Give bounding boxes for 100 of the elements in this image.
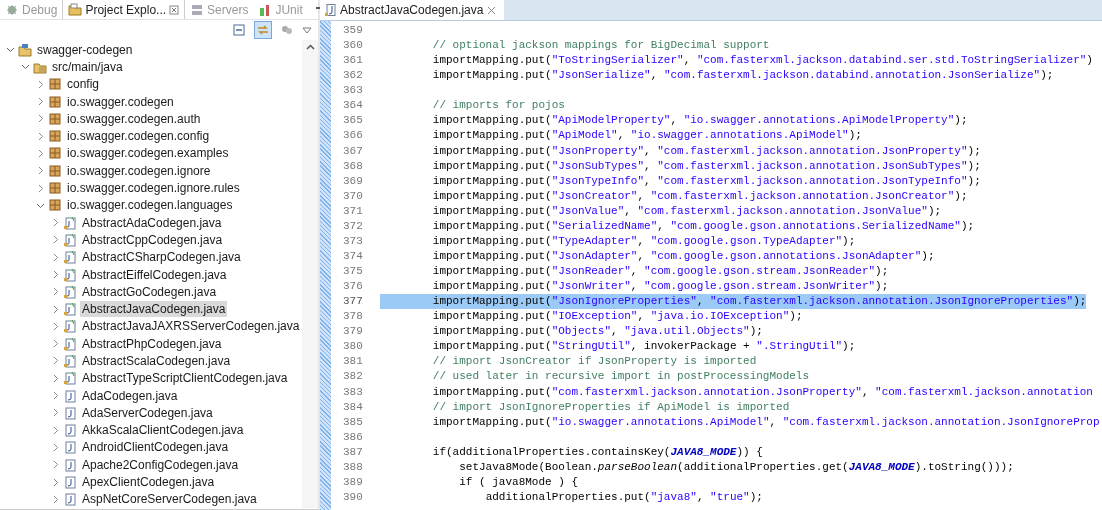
line-number: 376 (342, 279, 364, 295)
tree-item[interactable]: AbstractJavaJAXRSServerCodegen.java (80, 318, 302, 335)
collapse-all-button[interactable] (230, 21, 248, 39)
line-number: 378 (342, 309, 364, 325)
line-number: 389 (342, 474, 364, 490)
chevron-icon[interactable] (51, 304, 60, 314)
view-tab[interactable]: Project Explo... (62, 0, 186, 19)
chevron-icon[interactable] (51, 477, 60, 487)
tree-item[interactable]: AbstractTypeScriptClientCodegen.java (80, 370, 290, 387)
java-file-icon (63, 336, 77, 351)
line-number: 362 (342, 68, 364, 84)
tree-item[interactable]: io.swagger.codegen.config (65, 128, 212, 145)
package-icon (48, 198, 62, 213)
scrollbar[interactable] (302, 40, 318, 508)
tree-item[interactable]: AspNetCoreServerCodegen.java (80, 491, 259, 508)
tree-item[interactable]: io.swagger.codegen.languages (65, 197, 235, 214)
servers-icon (190, 2, 205, 17)
tree-item[interactable]: AbstractScalaCodegen.java (80, 353, 233, 369)
tree-item[interactable]: src/main/java (50, 58, 125, 75)
chevron-icon[interactable] (51, 442, 60, 452)
java-file-icon (63, 267, 77, 282)
code-line: additionalProperties.put("java8", "true"); (484, 489, 763, 505)
line-number: 366 (342, 128, 364, 144)
chevron-icon[interactable] (6, 45, 15, 55)
tree-item[interactable]: AdaCodegen.java (80, 387, 180, 404)
tree-item[interactable]: AbstractCppCodegen.java (80, 231, 225, 248)
line-number: 371 (342, 203, 364, 219)
tree-item[interactable]: AdaServerCodegen.java (80, 404, 215, 421)
java-file-icon (324, 3, 336, 17)
tree-item[interactable]: ApexClientCodegen.java (80, 474, 217, 491)
tree-item[interactable]: io.swagger.codegen.ignore (65, 162, 213, 179)
line-number: 373 (342, 233, 364, 249)
chevron-icon[interactable] (51, 373, 60, 383)
code-line: importMapping.put("io.swagger.annotations.ApiModel", "com.fasterxml.jackson.annotation.JsonIgnoreProp (431, 414, 1100, 430)
line-number: 379 (342, 324, 364, 340)
close-icon[interactable] (487, 5, 497, 15)
chevron-icon[interactable] (51, 356, 60, 366)
chevron-icon[interactable] (36, 166, 45, 176)
chevron-icon[interactable] (36, 131, 45, 141)
editor-tab[interactable]: AbstractJavaCodegen.java (320, 0, 505, 20)
tree-item[interactable]: io.swagger.codegen (65, 93, 176, 110)
java-file-icon (63, 440, 77, 455)
java-file-icon (63, 250, 77, 265)
tree-item[interactable]: AbstractPhpCodegen.java (80, 335, 224, 352)
close-icon[interactable] (169, 4, 180, 15)
chevron-icon[interactable] (51, 391, 60, 401)
tree-item[interactable]: AbstractEiffelCodegen.java (80, 266, 229, 283)
tree-item[interactable]: AbstractGoCodegen.java (80, 283, 219, 300)
chevron-icon[interactable] (36, 114, 45, 124)
package-icon (48, 129, 62, 144)
line-number: 375 (342, 264, 364, 279)
link-arrows-button[interactable] (254, 21, 272, 39)
line-number: 372 (342, 218, 364, 234)
tree-item[interactable]: io.swagger.codegen.examples (65, 145, 231, 162)
chevron-icon[interactable] (51, 235, 60, 245)
java-file-icon (63, 492, 77, 507)
line-number: 370 (342, 188, 364, 204)
code-line: importMapping.put("StringUtil", invokerPackage + ".StringUtil"); (431, 339, 856, 355)
line-number: 387 (342, 444, 364, 460)
tree-item[interactable]: swagger-codegen (35, 41, 135, 58)
tree-item[interactable]: AndroidClientCodegen.java (80, 439, 231, 456)
code-line: importMapping.put("JsonWriter", "com.google.gson.stream.JsonWriter"); (431, 279, 889, 295)
chevron-icon[interactable] (36, 183, 45, 193)
view-menu-icon[interactable] (302, 25, 312, 35)
code-line: importMapping.put("com.fasterxml.jackson.annotation.JsonProperty", "com.fasterxml.jackson.annotation (431, 384, 1093, 400)
chevron-icon[interactable] (51, 460, 60, 470)
tree-item[interactable]: AbstractJavaCodegen.java (80, 301, 228, 318)
chevron-icon[interactable] (51, 252, 60, 262)
chevron-icon[interactable] (51, 339, 60, 349)
tree-item[interactable]: Apache2ConfigCodegen.java (80, 456, 241, 473)
scroll-up-icon[interactable] (305, 44, 315, 50)
line-number: 390 (342, 489, 364, 505)
chevron-icon[interactable] (51, 321, 60, 331)
code-line: importMapping.put("JsonSubTypes", "com.fasterxml.jackson.annotation.JsonSubTypes"); (431, 158, 981, 174)
code-line: importMapping.put("JsonValue", "com.fasterxml.jackson.annotation.JsonValue"); (431, 203, 942, 219)
tree-item[interactable]: io.swagger.codegen.ignore.rules (65, 180, 242, 196)
chevron-icon[interactable] (21, 62, 30, 72)
tree-item[interactable]: AkkaScalaClientCodegen.java (80, 422, 246, 439)
chevron-icon[interactable] (51, 287, 60, 297)
tree-item[interactable]: AbstractCSharpCodegen.java (80, 249, 243, 266)
tree-item[interactable]: io.swagger.codegen.auth (65, 110, 203, 127)
java-file-icon (63, 284, 77, 299)
chevron-icon[interactable] (36, 97, 45, 107)
chevron-icon[interactable] (51, 408, 60, 418)
line-number: 359 (342, 23, 364, 38)
chevron-icon[interactable] (51, 494, 60, 504)
tree-item[interactable]: config (65, 76, 102, 93)
line-number: 384 (342, 399, 364, 415)
chevron-icon[interactable] (51, 218, 60, 228)
code-line: // imports for pojos (431, 98, 565, 114)
line-number: 381 (342, 354, 364, 370)
line-number: 385 (342, 414, 364, 430)
java-file-icon (63, 405, 77, 420)
line-number: 377 (342, 294, 364, 310)
chevron-icon[interactable] (36, 79, 45, 89)
code-line: if ( java8Mode ) { (458, 474, 579, 490)
chevron-icon[interactable] (51, 425, 60, 435)
chevron-icon[interactable] (51, 270, 60, 279)
chevron-icon[interactable] (36, 148, 45, 158)
tree-item[interactable]: AbstractAdaCodegen.java (80, 214, 224, 231)
